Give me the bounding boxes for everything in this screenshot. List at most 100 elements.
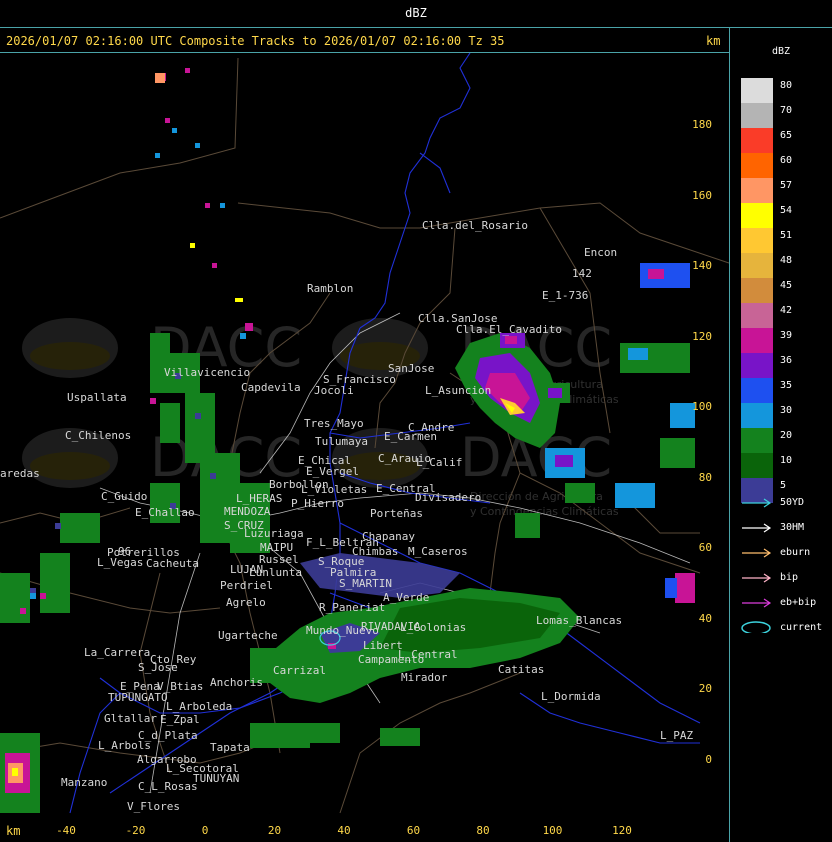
dbz-label-20: 20 [780, 430, 793, 441]
place-label: Uspallata [67, 391, 127, 404]
dbz-swatch-36 [741, 353, 773, 378]
track-label-eburn: eburn [780, 547, 811, 558]
place-label: S_Jose [138, 661, 178, 674]
y-tick-180: 180 [692, 118, 712, 131]
dbz-swatch-80 [741, 78, 773, 103]
place-label: 142 [572, 267, 592, 280]
place-label: L_Violetas [301, 483, 368, 496]
place-label: L_Central [398, 648, 458, 661]
place-label: Manzano [61, 776, 108, 789]
x-tick-60: 60 [406, 824, 421, 837]
dbz-label-42: 42 [780, 305, 793, 316]
dbz-swatch-42 [741, 303, 773, 328]
dbz-swatch-60 [741, 153, 773, 178]
place-label: L_Arboleda [166, 700, 233, 713]
place-label: C_Guido [101, 490, 148, 503]
dbz-label-51: 51 [780, 230, 793, 241]
place-label: Tapata [210, 741, 250, 754]
dbz-swatch-35 [741, 378, 773, 403]
place-label: Encon [584, 246, 618, 259]
place-label: Mirador [401, 671, 448, 684]
place-label: A_Verde [383, 591, 430, 604]
place-label: Cacheuta [146, 557, 199, 570]
place-label: aredas [0, 467, 40, 480]
place-label: L_Asuncion [425, 384, 492, 397]
place-label: Luzuriaga [244, 527, 304, 540]
place-label: C_Chilenos [65, 429, 132, 442]
y-tick-100: 100 [692, 400, 712, 413]
dbz-label-65: 65 [780, 130, 793, 141]
x-tick-40: 40 [337, 824, 351, 837]
x-tick-0: 0 [201, 824, 209, 837]
place-label: La_Carrera [84, 646, 151, 659]
dbz-label-60: 60 [780, 155, 793, 166]
track-label-30HM: 30HM [780, 522, 805, 533]
km-label-bottom-left: km [6, 824, 21, 838]
dbz-label-35: 35 [780, 380, 793, 391]
dbz-label-5: 5 [780, 480, 787, 491]
dbz-label-10: 10 [780, 455, 793, 466]
x-tick-100: 100 [542, 824, 563, 837]
place-label: Catitas [498, 663, 545, 676]
place-label: Russel [259, 553, 299, 566]
track-label-bip: bip [780, 572, 799, 583]
window-titlebar: dBZ [0, 0, 832, 28]
place-label: Lomas_Blancas [536, 614, 623, 627]
place-label: E_Challao [135, 506, 195, 519]
place-label: Perdriel [220, 579, 273, 592]
place-label: Carrizal [273, 664, 326, 677]
legend-title: dBZ [771, 46, 791, 57]
dbz-swatch-54 [741, 203, 773, 228]
dbz-swatch-51 [741, 228, 773, 253]
place-label: R_Paneriat [319, 601, 386, 614]
x-tick-80: 80 [476, 824, 490, 837]
place-label: S_MARTIN [339, 577, 392, 590]
place-label: Agrelo [226, 596, 266, 609]
place-label: Villavicencio [164, 366, 251, 379]
place-label: V_Flores [127, 800, 180, 813]
y-tick-20: 20 [698, 682, 712, 695]
place-label: Tres_Mayo [304, 417, 364, 430]
dbz-label-57: 57 [780, 180, 793, 191]
x-tick--40: -40 [56, 824, 76, 837]
window-title: dBZ [405, 6, 427, 20]
place-label: E_Vergel [306, 465, 359, 478]
y-tick-40: 40 [698, 611, 712, 625]
dbz-swatch-39 [741, 328, 773, 353]
place-label: Anchoris [210, 676, 263, 689]
place-label: TUPUNGATO [108, 691, 168, 704]
place-label: Clla.El_Cavadito [456, 323, 562, 336]
y-tick-60: 60 [698, 541, 712, 554]
dbz-swatch-45 [741, 278, 773, 303]
place-label: L_HERAS [236, 492, 283, 505]
place-label: Clla.del_Rosario [422, 219, 528, 232]
dbz-swatch-30 [741, 403, 773, 428]
place-label: Capdevila [241, 381, 301, 394]
place-label: Tulumaya [315, 435, 368, 448]
place-label: Ugarteche [218, 629, 278, 642]
place-label: Libert [363, 639, 403, 652]
dbz-swatch-65 [741, 128, 773, 153]
place-label: L_Calif [416, 456, 463, 469]
dbz-label-30: 30 [780, 405, 793, 416]
place-label: L_PAZ [660, 729, 694, 742]
dbz-label-36: 36 [780, 355, 793, 366]
dbz-label-80: 80 [780, 80, 793, 91]
track-label-50YD: 50YD [780, 497, 805, 508]
y-tick-140: 140 [692, 259, 712, 272]
place-label: C_Andre [408, 421, 455, 434]
dbz-label-48: 48 [780, 255, 793, 266]
watermark-sub-4: y Contingencias Climáticas [470, 505, 619, 518]
y-tick-120: 120 [692, 329, 712, 343]
place-label: Porteñas [370, 507, 423, 520]
place-label: 96 [118, 545, 132, 558]
place-label: L_Dormida [541, 690, 601, 703]
legend-panel: dBZ 80 70 65 60 57 54 51 48 45 42 39 36 35 30 20 10 5 50… [730, 28, 832, 842]
dbz-swatch-10 [741, 453, 773, 478]
km-label-top-right: km [706, 34, 721, 48]
place-label: Ramblon [307, 282, 354, 295]
place-label: Lunlunta [249, 566, 302, 579]
dbz-swatch-48 [741, 253, 773, 278]
place-label: SanJose [388, 362, 435, 375]
place-label: MENDOZA [224, 505, 271, 518]
